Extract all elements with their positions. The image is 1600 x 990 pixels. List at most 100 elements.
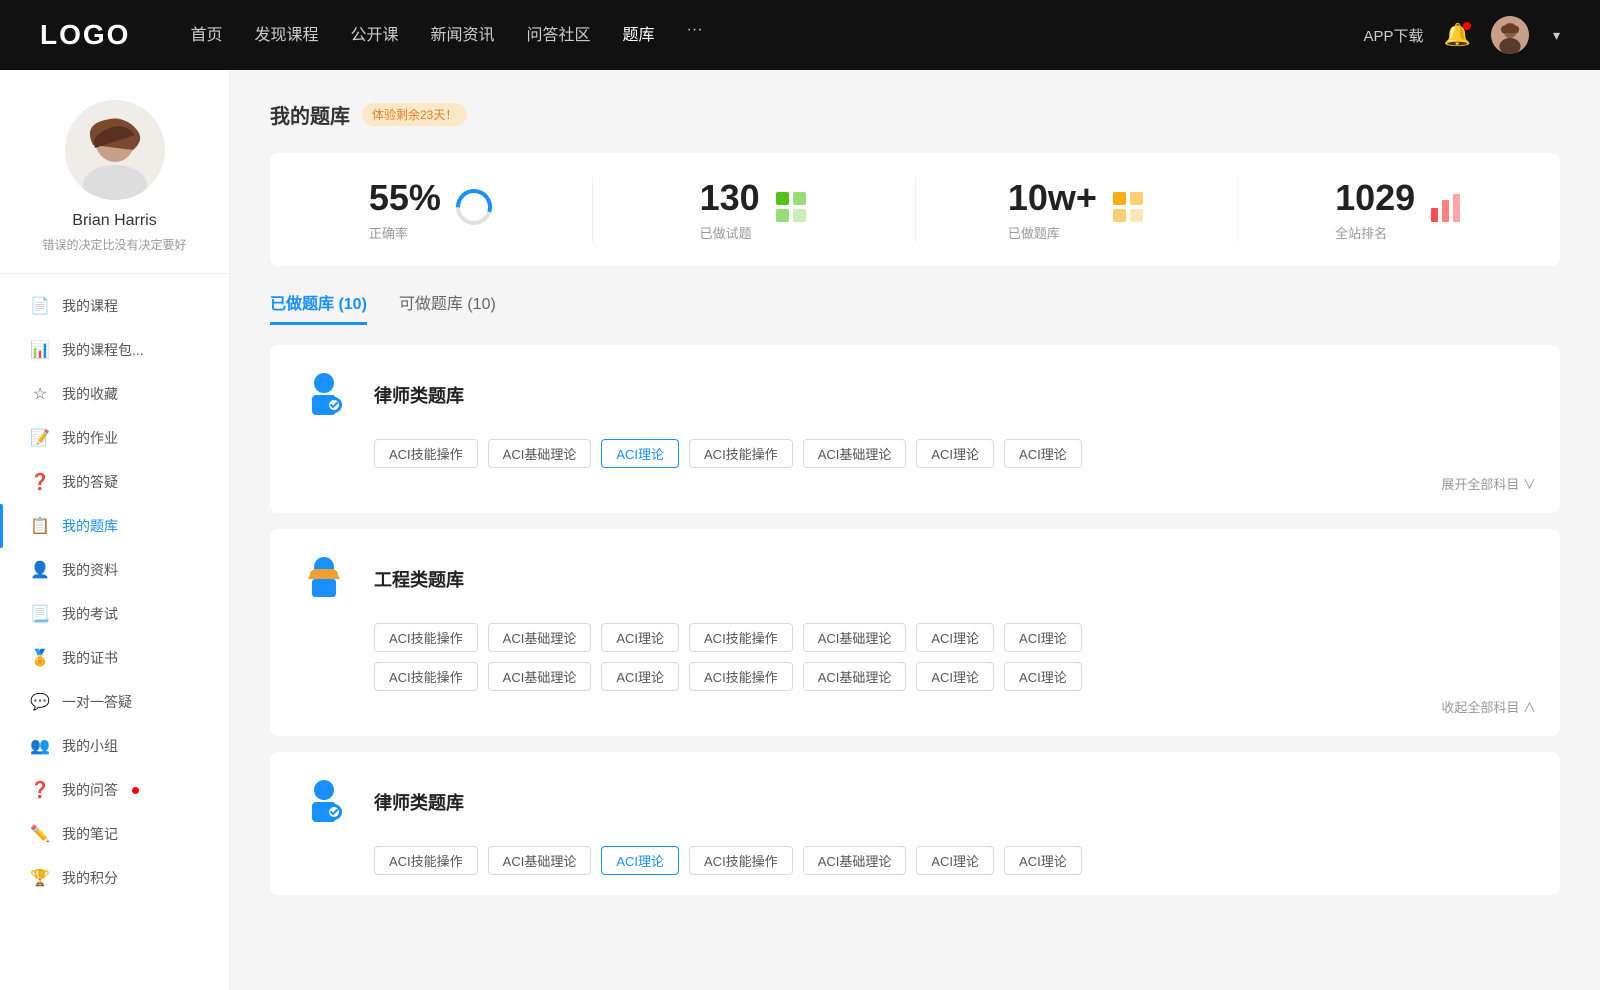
sidebar-item-1on1[interactable]: 💬 一对一答疑 xyxy=(0,680,229,724)
quiz-tag[interactable]: ACI基础理论 xyxy=(803,662,907,691)
my-qa-icon: ❓ xyxy=(30,780,50,800)
sidebar-item-course[interactable]: 📄 我的课程 xyxy=(0,284,229,328)
quiz-tag[interactable]: ACI基础理论 xyxy=(803,439,907,468)
sidebar-avatar[interactable] xyxy=(65,100,165,200)
sidebar-motto: 错误的决定比没有决定要好 xyxy=(42,236,186,253)
quiz-tag[interactable]: ACI技能操作 xyxy=(689,623,793,652)
quiz-tag[interactable]: ACI技能操作 xyxy=(374,662,478,691)
sidebar-item-points[interactable]: 🏆 我的积分 xyxy=(0,856,229,900)
quiz-tag[interactable]: ACI基础理论 xyxy=(488,439,592,468)
quiz-tabs: 已做题库 (10) 可做题库 (10) xyxy=(270,290,1560,325)
quiz-tag[interactable]: ACI技能操作 xyxy=(689,846,793,875)
stat-questions-text: 130 已做试题 xyxy=(700,177,760,242)
sidebar-item-questions[interactable]: ❓ 我的答疑 xyxy=(0,460,229,504)
sidebar-item-cert[interactable]: 🏅 我的证书 xyxy=(0,636,229,680)
sidebar-item-course-label: 我的课程 xyxy=(62,296,118,316)
rank-icon xyxy=(1429,190,1463,229)
stats-row: 55% 正确率 130 已做试题 xyxy=(270,153,1560,266)
user-menu-chevron[interactable]: ▾ xyxy=(1553,27,1560,44)
quiz-tag[interactable]: ACI理论 xyxy=(1004,439,1082,468)
tab-available[interactable]: 可做题库 (10) xyxy=(399,290,496,325)
quiz-tag[interactable]: ACI理论 xyxy=(1004,623,1082,652)
trial-badge: 体验剩余23天！ xyxy=(362,103,467,126)
sidebar-item-group-label: 我的小组 xyxy=(62,736,118,756)
sidebar-item-exam-label: 我的考试 xyxy=(62,604,118,624)
stat-questions-label: 已做试题 xyxy=(700,223,760,242)
quiz-tag[interactable]: ACI理论 xyxy=(916,623,994,652)
user-avatar[interactable] xyxy=(1491,16,1529,54)
nav-item-more[interactable]: ··· xyxy=(687,21,703,50)
stat-quizzes-text: 10w+ 已做题库 xyxy=(1008,177,1097,242)
page-title: 我的题库 xyxy=(270,100,350,129)
quiz-tags-3: ACI技能操作 ACI基础理论 ACI理论 ACI技能操作 ACI基础理论 AC… xyxy=(374,846,1536,875)
quiz-collapse-2[interactable]: 收起全部科目 ∧ xyxy=(294,697,1536,716)
lawyer-svg-1 xyxy=(296,367,352,423)
quiz-tag[interactable]: ACI理论 xyxy=(1004,662,1082,691)
sidebar-item-my-qa[interactable]: ❓ 我的问答 xyxy=(0,768,229,812)
logo: LOGO xyxy=(40,19,130,51)
nav-item-news[interactable]: 新闻资讯 xyxy=(431,21,495,50)
sidebar-item-course-pkg-label: 我的课程包... xyxy=(62,340,144,360)
sidebar-item-course-pkg[interactable]: 📊 我的课程包... xyxy=(0,328,229,372)
quiz-tag[interactable]: ACI技能操作 xyxy=(374,439,478,468)
sidebar-item-quiz[interactable]: 📋 我的题库 xyxy=(0,504,229,548)
grid-yellow-icon xyxy=(1111,190,1145,224)
quiz-tag[interactable]: ACI理论 xyxy=(916,439,994,468)
qa-notification-dot xyxy=(132,787,139,794)
questions-icon: ❓ xyxy=(30,472,50,492)
stat-questions: 130 已做试题 xyxy=(593,177,916,242)
points-icon: 🏆 xyxy=(30,868,50,888)
quiz-tag[interactable]: ACI理论 xyxy=(916,846,994,875)
sidebar-item-exam[interactable]: 📃 我的考试 xyxy=(0,592,229,636)
sidebar-item-favorites-label: 我的收藏 xyxy=(62,384,118,404)
quiz-section-header-3: 律师类题库 xyxy=(294,772,1536,832)
notification-dot xyxy=(1463,22,1471,30)
sidebar-item-homework[interactable]: 📝 我的作业 xyxy=(0,416,229,460)
notes-icon: ✏️ xyxy=(30,824,50,844)
stat-questions-value: 130 xyxy=(700,177,760,219)
quiz-tag[interactable]: ACI理论 xyxy=(601,623,679,652)
lawyer-svg-2 xyxy=(296,774,352,830)
quiz-tag[interactable]: ACI技能操作 xyxy=(689,662,793,691)
quiz-section-header-1: 律师类题库 xyxy=(294,365,1536,425)
sidebar-item-notes[interactable]: ✏️ 我的笔记 xyxy=(0,812,229,856)
sidebar-item-profile[interactable]: 👤 我的资料 xyxy=(0,548,229,592)
quiz-tag[interactable]: ACI技能操作 xyxy=(689,439,793,468)
quiz-tag-active[interactable]: ACI理论 xyxy=(601,439,679,468)
cert-icon: 🏅 xyxy=(30,648,50,668)
quiz-icon: 📋 xyxy=(30,516,50,536)
quiz-tag[interactable]: ACI基础理论 xyxy=(803,623,907,652)
sidebar-item-favorites[interactable]: ☆ 我的收藏 xyxy=(0,372,229,416)
quiz-tag[interactable]: ACI基础理论 xyxy=(488,846,592,875)
app-download-btn[interactable]: APP下载 xyxy=(1364,25,1424,46)
quiz-tag[interactable]: ACI理论 xyxy=(1004,846,1082,875)
quiz-title-2: 工程类题库 xyxy=(374,566,464,592)
quiz-tag[interactable]: ACI理论 xyxy=(601,662,679,691)
questions-icon xyxy=(774,190,808,229)
quiz-tag[interactable]: ACI基础理论 xyxy=(488,623,592,652)
notification-bell[interactable]: 🔔 xyxy=(1444,22,1471,48)
grid-green-icon xyxy=(774,190,808,224)
quiz-tag[interactable]: ACI技能操作 xyxy=(374,846,478,875)
main-content: 我的题库 体验剩余23天！ 55% 正确率 xyxy=(230,70,1600,990)
quiz-tag[interactable]: ACI基础理论 xyxy=(488,662,592,691)
accuracy-chart-icon xyxy=(455,188,493,231)
nav-item-discover[interactable]: 发现课程 xyxy=(254,21,318,50)
tab-done[interactable]: 已做题库 (10) xyxy=(270,290,367,325)
nav-item-home[interactable]: 首页 xyxy=(190,21,222,50)
nav-item-quiz[interactable]: 题库 xyxy=(623,21,655,50)
homework-icon: 📝 xyxy=(30,428,50,448)
stat-rank-text: 1029 全站排名 xyxy=(1335,177,1415,242)
quiz-tag[interactable]: ACI技能操作 xyxy=(374,623,478,652)
nav-item-qa[interactable]: 问答社区 xyxy=(527,21,591,50)
stat-quizzes-label: 已做题库 xyxy=(1008,223,1097,242)
sidebar: Brian Harris 错误的决定比没有决定要好 📄 我的课程 📊 我的课程包… xyxy=(0,70,230,990)
stat-accuracy: 55% 正确率 xyxy=(270,177,593,242)
sidebar-item-group[interactable]: 👥 我的小组 xyxy=(0,724,229,768)
quiz-expand-1[interactable]: 展开全部科目 ∨ xyxy=(294,474,1536,493)
sidebar-item-homework-label: 我的作业 xyxy=(62,428,118,448)
quiz-tag[interactable]: ACI基础理论 xyxy=(803,846,907,875)
nav-item-open[interactable]: 公开课 xyxy=(350,21,398,50)
quiz-tag-active[interactable]: ACI理论 xyxy=(601,846,679,875)
quiz-tag[interactable]: ACI理论 xyxy=(916,662,994,691)
